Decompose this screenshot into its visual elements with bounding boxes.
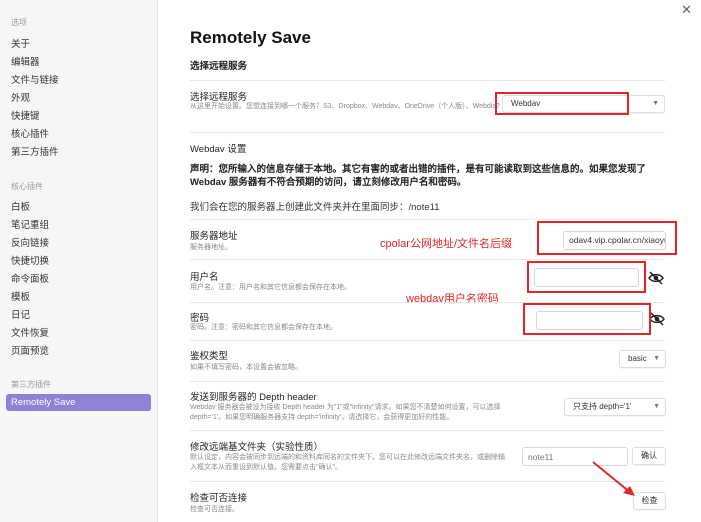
highlight-box-server xyxy=(537,221,677,255)
sidebar-item-file-recovery[interactable]: 文件恢复 xyxy=(11,325,49,339)
sidebar-item-remotely-save[interactable]: Remotely Save xyxy=(6,394,151,411)
chevron-down-icon: ▼ xyxy=(653,355,660,362)
eye-off-icon[interactable] xyxy=(649,311,665,327)
eye-off-icon[interactable] xyxy=(648,270,664,286)
sidebar-item-about[interactable]: 关于 xyxy=(11,36,30,50)
sidebar-item-core-plugins[interactable]: 核心插件 xyxy=(11,126,49,140)
depth-header-value: 只支持 depth='1' xyxy=(573,402,632,411)
depth-header-select[interactable]: 只支持 depth='1' ▼ xyxy=(564,398,666,416)
auth-type-desc: 如果不填写密码，本设置会被忽略。 xyxy=(190,364,302,371)
settings-content: ✕ Remotely Save 选择远程服务 选择远程服务 从这里开始设置。您想… xyxy=(159,0,701,522)
close-icon[interactable]: ✕ xyxy=(681,2,692,18)
sidebar-item-canvas[interactable]: 白板 xyxy=(11,199,30,213)
divider xyxy=(190,132,665,133)
highlight-box-password xyxy=(523,303,651,335)
depth-header-name: 发送到服务器的 Depth header xyxy=(190,392,317,403)
chevron-down-icon: ▼ xyxy=(653,403,660,410)
auth-type-value: basic xyxy=(628,354,647,363)
depth-header-desc: Webdav 服务器会被设为接收 Depth header 为"1"或"infi… xyxy=(190,404,501,421)
annotation-server-hint: cpolar公网地址/文件名后缀 xyxy=(380,238,513,250)
sidebar-item-editor[interactable]: 编辑器 xyxy=(11,54,40,68)
divider xyxy=(190,430,665,431)
sidebar-item-community-plugins[interactable]: 第三方插件 xyxy=(11,144,59,158)
folder-note: 我们会在您的服务器上创建此文件夹并在里面同步：/note11 xyxy=(190,202,440,213)
sidebar-section-options: 选项 xyxy=(11,18,27,27)
remote-base-folder-name: 修改远端基文件夹（实验性质） xyxy=(190,442,324,453)
settings-sidebar: 选项 关于 编辑器 文件与链接 外观 快捷键 核心插件 第三方插件 核心插件 白… xyxy=(0,0,158,522)
annotation-user-hint: webdav用户名密码 xyxy=(406,293,499,305)
sidebar-item-backlinks[interactable]: 反向链接 xyxy=(11,235,49,249)
highlight-box-service xyxy=(495,92,629,115)
check-connection-name: 检查可否连接 xyxy=(190,493,248,504)
divider xyxy=(190,219,665,220)
sidebar-section-core: 核心插件 xyxy=(11,182,43,191)
password-desc: 密码。注意：密码和其它信息都会保存在本地。 xyxy=(190,324,337,331)
sidebar-item-templates[interactable]: 模板 xyxy=(11,289,30,303)
auth-type-select[interactable]: basic ▼ xyxy=(619,350,666,368)
auth-type-name: 鉴权类型 xyxy=(190,351,229,362)
divider xyxy=(190,340,665,341)
highlight-box-username xyxy=(527,261,646,293)
page-title: Remotely Save xyxy=(190,28,311,47)
password-name: 密码 xyxy=(190,313,210,324)
sidebar-item-note-composer[interactable]: 笔记重组 xyxy=(11,217,49,231)
sidebar-item-page-preview[interactable]: 页面预览 xyxy=(11,343,49,357)
annotation-arrow-icon xyxy=(592,461,635,496)
webdav-settings-heading: Webdav 设置 xyxy=(190,144,247,155)
sidebar-section-community: 第三方插件 xyxy=(11,380,51,389)
sidebar-item-files-links[interactable]: 文件与链接 xyxy=(11,72,59,86)
divider xyxy=(190,381,665,382)
sidebar-item-daily-notes[interactable]: 日记 xyxy=(11,307,30,321)
username-name: 用户名 xyxy=(190,272,219,283)
chevron-down-icon: ▼ xyxy=(652,100,659,107)
divider xyxy=(190,80,665,81)
server-address-name: 服务器地址 xyxy=(190,231,238,242)
sidebar-item-appearance[interactable]: 外观 xyxy=(11,90,30,104)
security-warning: 声明：您所输入的信息存储于本地。其它有害的或者出错的插件，是有可能读取到这些信息… xyxy=(190,164,647,188)
sidebar-item-quick-switcher[interactable]: 快捷切换 xyxy=(11,253,49,267)
sidebar-item-command-palette[interactable]: 命令面板 xyxy=(11,271,49,285)
choose-service-name: 选择远程服务 xyxy=(190,92,248,103)
sidebar-item-hotkeys[interactable]: 快捷键 xyxy=(11,108,40,122)
divider xyxy=(190,259,665,260)
choose-service-desc: 从这里开始设置。您想连接到哪一个服务？S3、Dropbox、Webdav、One… xyxy=(190,103,500,110)
choose-service-heading: 选择远程服务 xyxy=(190,61,248,72)
remote-base-folder-desc: 默认设定，内容会被同步到远端的和资料库同名的文件夹下。您可以在此修改远端文件夹名… xyxy=(190,454,505,471)
check-connection-desc: 检查可否连接。 xyxy=(190,506,239,513)
